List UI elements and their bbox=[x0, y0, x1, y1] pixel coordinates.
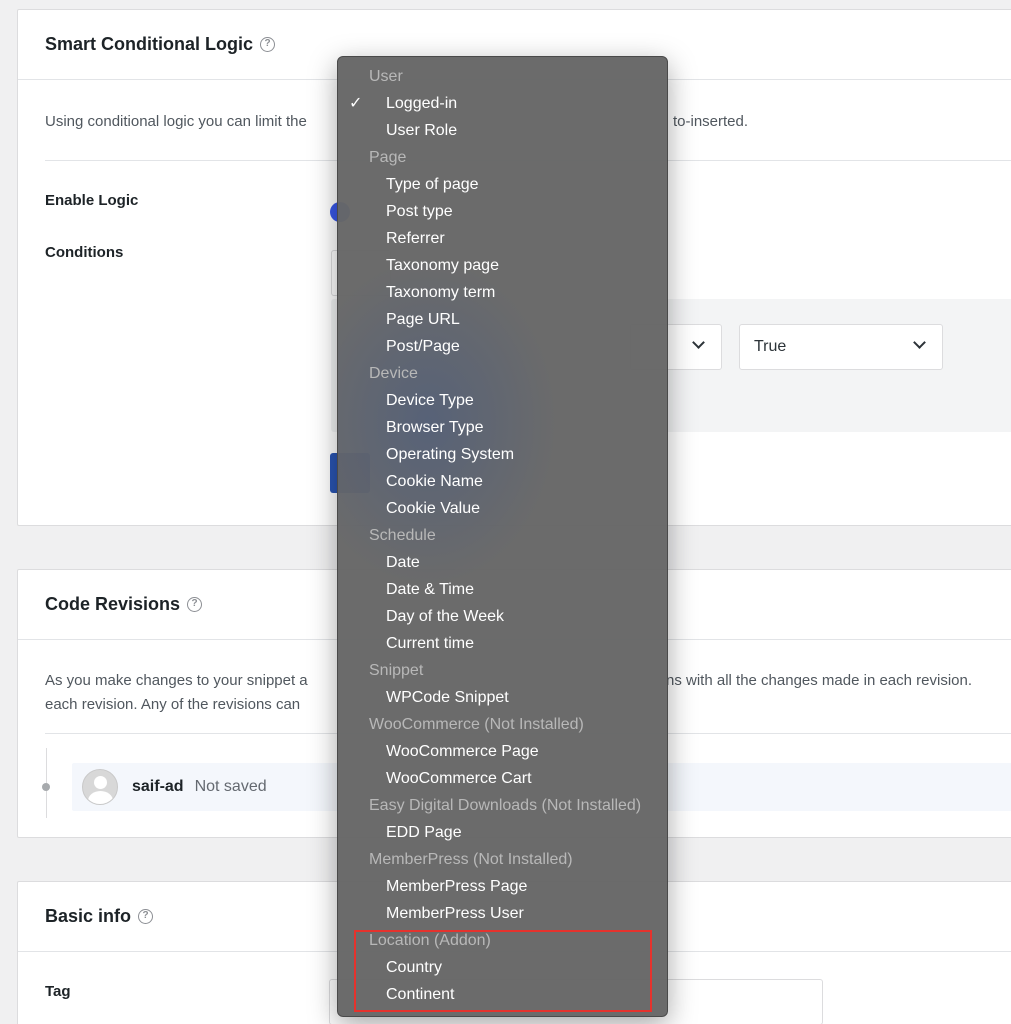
menu-item[interactable]: Continent bbox=[338, 981, 667, 1008]
menu-item-label: Logged-in bbox=[386, 94, 458, 112]
menu-item[interactable]: Current time bbox=[338, 630, 667, 657]
menu-group-label: Easy Digital Downloads (Not Installed) bbox=[369, 796, 642, 814]
menu-item[interactable]: Cookie Name bbox=[338, 468, 667, 495]
menu-item-label: Type of page bbox=[386, 175, 479, 193]
menu-item[interactable]: WooCommerce Cart bbox=[338, 765, 667, 792]
conditions-label: Conditions bbox=[45, 244, 124, 261]
menu-group-label: Location (Addon) bbox=[369, 931, 491, 949]
panel-title: Code Revisions bbox=[45, 594, 181, 614]
menu-item-label: Browser Type bbox=[386, 418, 484, 436]
menu-item-label: MemberPress Page bbox=[386, 877, 528, 895]
menu-group-label: Page bbox=[369, 148, 407, 166]
panel-title: Smart Conditional Logic bbox=[45, 34, 254, 54]
menu-item[interactable]: MemberPress User bbox=[338, 900, 667, 927]
question-circle-icon[interactable]: ? bbox=[187, 597, 203, 612]
menu-group-label: Snippet bbox=[369, 661, 424, 679]
menu-item[interactable]: EDD Page bbox=[338, 819, 667, 846]
menu-item-label: Device Type bbox=[386, 391, 474, 409]
menu-item-label: Post type bbox=[386, 202, 453, 220]
enable-logic-label: Enable Logic bbox=[45, 192, 139, 209]
checkmark-icon: ✓ bbox=[349, 95, 363, 112]
menu-item[interactable]: Browser Type bbox=[338, 414, 667, 441]
chevron-down-icon bbox=[913, 336, 926, 349]
menu-item-label: WooCommerce Cart bbox=[386, 769, 532, 787]
menu-group-label: Device bbox=[369, 364, 418, 382]
menu-item-label: Taxonomy term bbox=[386, 283, 496, 301]
menu-item-label: Continent bbox=[386, 985, 455, 1003]
menu-item-label: Date bbox=[386, 553, 420, 571]
timeline-dot bbox=[42, 783, 50, 791]
menu-item[interactable]: WPCode Snippet bbox=[338, 684, 667, 711]
menu-item[interactable]: Referrer bbox=[338, 225, 667, 252]
menu-group-label: MemberPress (Not Installed) bbox=[369, 850, 573, 868]
menu-item[interactable]: Page URL bbox=[338, 306, 667, 333]
menu-item-label: Page URL bbox=[386, 310, 460, 328]
question-circle-icon[interactable]: ? bbox=[138, 909, 154, 924]
menu-item-label: Current time bbox=[386, 634, 475, 652]
panel-title: Basic info bbox=[45, 906, 132, 926]
revisions-description-line1-right: ns with all the changes made in each rev… bbox=[666, 672, 973, 689]
menu-item[interactable]: Country bbox=[338, 954, 667, 981]
menu-item[interactable]: Day of the Week bbox=[338, 603, 667, 630]
menu-item-label: Referrer bbox=[386, 229, 445, 247]
question-circle-icon[interactable]: ? bbox=[260, 37, 276, 52]
menu-item[interactable]: Taxonomy term bbox=[338, 279, 667, 306]
logic-description-right: to-inserted. bbox=[673, 113, 749, 130]
menu-item-label: WooCommerce Page bbox=[386, 742, 539, 760]
menu-item-label: Country bbox=[386, 958, 443, 976]
value-select[interactable]: True bbox=[739, 324, 943, 370]
menu-item[interactable]: Device Type bbox=[338, 387, 667, 414]
menu-group-label: Schedule bbox=[369, 526, 436, 544]
menu-item-label: Operating System bbox=[386, 445, 515, 463]
menu-item-label: WPCode Snippet bbox=[386, 688, 509, 706]
revision-user: saif-ad bbox=[132, 778, 184, 795]
menu-item-label: User Role bbox=[386, 121, 458, 139]
menu-item-label: MemberPress User bbox=[386, 904, 524, 922]
menu-group-label: WooCommerce (Not Installed) bbox=[369, 715, 584, 733]
menu-item-label: Cookie Name bbox=[386, 472, 483, 490]
condition-type-dropdown-menu: User ✓ Logged-in User Role Page Type of page P… bbox=[337, 56, 668, 1017]
chevron-down-icon bbox=[692, 336, 705, 349]
menu-item[interactable]: Date & Time bbox=[338, 576, 667, 603]
revisions-description-line1-left: As you make changes to your snippet a bbox=[45, 672, 308, 689]
avatar bbox=[82, 769, 118, 805]
menu-item[interactable]: ✓ Logged-in bbox=[338, 90, 667, 117]
menu-item[interactable]: WooCommerce Page bbox=[338, 738, 667, 765]
revision-status: Not saved bbox=[194, 778, 267, 795]
menu-item[interactable]: Taxonomy page bbox=[338, 252, 667, 279]
logic-description-left: Using conditional logic you can limit th… bbox=[45, 113, 307, 130]
menu-item-label: Taxonomy page bbox=[386, 256, 499, 274]
menu-item-label: Day of the Week bbox=[386, 607, 504, 625]
menu-item-label: EDD Page bbox=[386, 823, 462, 841]
menu-item[interactable]: User Role bbox=[338, 117, 667, 144]
menu-item[interactable]: Operating System bbox=[338, 441, 667, 468]
value-select-text: True bbox=[754, 338, 787, 355]
menu-item[interactable]: Post type bbox=[338, 198, 667, 225]
menu-item[interactable]: Date bbox=[338, 549, 667, 576]
menu-item-label: Cookie Value bbox=[386, 499, 480, 517]
menu-item-label: Post/Page bbox=[386, 337, 460, 355]
menu-list: User ✓ Logged-in User Role Page Type of page P… bbox=[338, 57, 667, 1008]
tag-label: Tag bbox=[45, 983, 71, 1000]
menu-item[interactable]: MemberPress Page bbox=[338, 873, 667, 900]
menu-group-label: User bbox=[369, 67, 403, 85]
revisions-description-line2: each revision. Any of the revisions can bbox=[45, 696, 301, 713]
menu-item[interactable]: Type of page bbox=[338, 171, 667, 198]
menu-item[interactable]: Post/Page bbox=[338, 333, 667, 360]
menu-item[interactable]: Cookie Value bbox=[338, 495, 667, 522]
menu-item-label: Date & Time bbox=[386, 580, 475, 598]
